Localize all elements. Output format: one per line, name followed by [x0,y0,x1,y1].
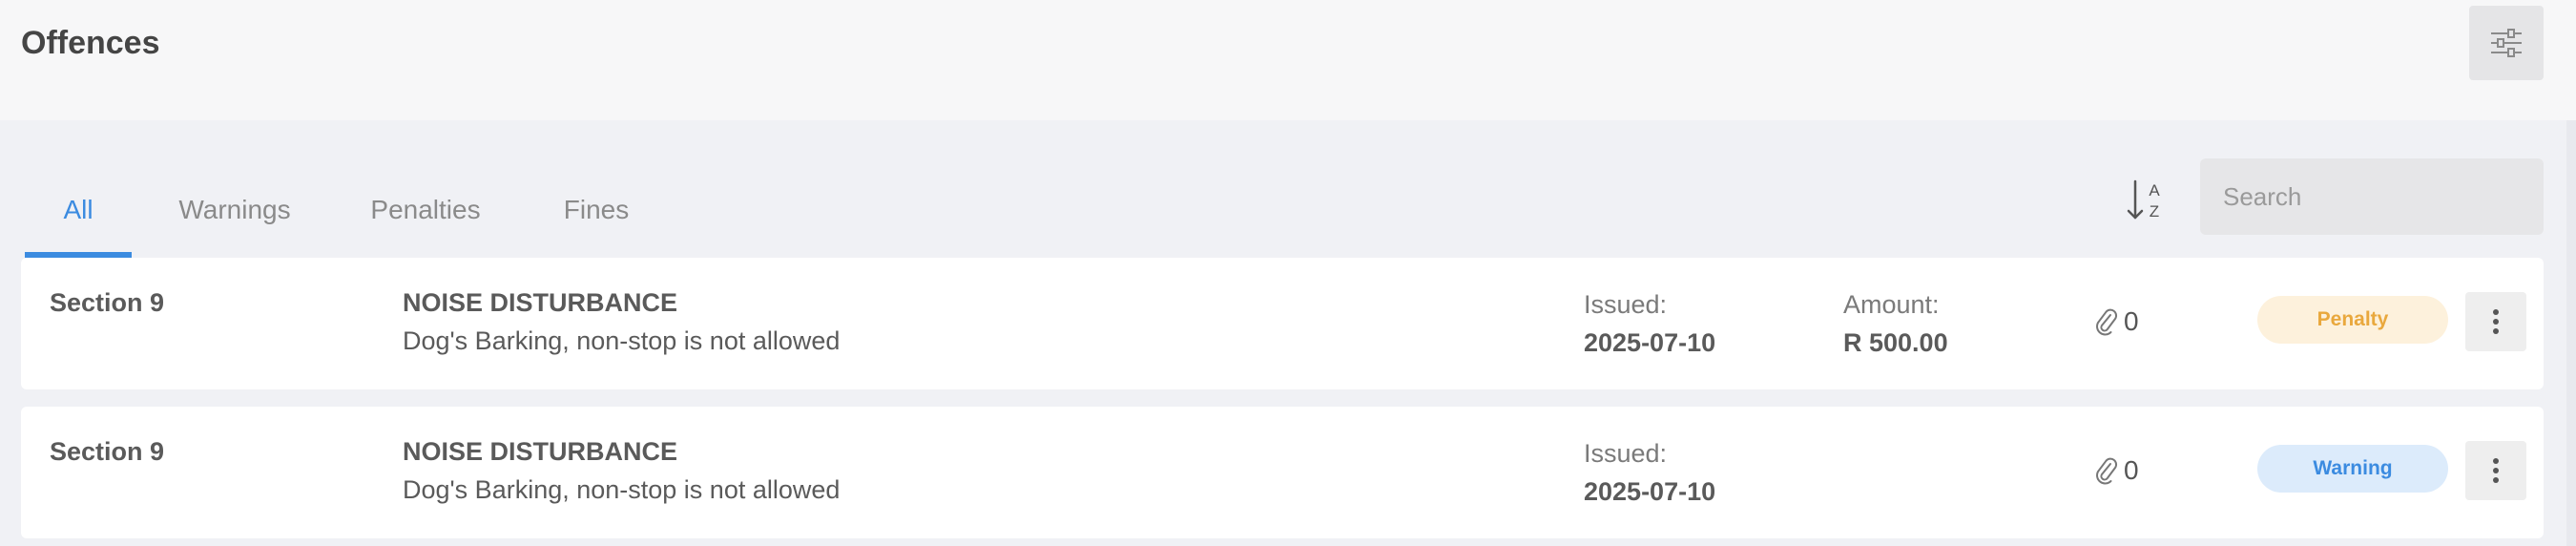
more-options-button[interactable] [2465,292,2526,351]
sliders-icon [2491,29,2522,57]
tab-fines[interactable]: Fines [544,162,649,258]
kebab-menu-icon [2493,458,2499,483]
sort-letter-top: A [2149,181,2160,200]
filter-button[interactable] [2469,6,2544,80]
amount-value: R 500.00 [1843,328,1948,357]
page-title: Offences [21,25,160,61]
attachments-count[interactable]: 0 [2095,454,2139,487]
offence-card[interactable]: Section 9 NOISE DISTURBANCE Dog's Barkin… [21,407,2544,538]
page-header: Offences [0,0,2576,120]
more-options-button[interactable] [2465,441,2526,500]
offence-description: Dog's Barking, non-stop is not allowed [403,326,841,355]
offence-description: Dog's Barking, non-stop is not allowed [403,475,841,504]
tab-warnings[interactable]: Warnings [168,162,301,258]
search-input[interactable] [2200,158,2544,235]
attachments-number: 0 [2124,306,2139,336]
kebab-menu-icon [2493,309,2499,334]
sort-button[interactable]: A Z [2124,176,2170,225]
attachments-number: 0 [2124,455,2139,485]
issued-date: 2025-07-10 [1584,477,1716,506]
status-badge: Warning [2257,445,2448,493]
scrollbar-track[interactable] [2566,120,2576,546]
offence-title: NOISE DISTURBANCE [403,288,678,317]
offence-section: Section 9 [50,437,165,466]
paperclip-icon [2096,457,2118,485]
tab-penalties[interactable]: Penalties [359,162,492,258]
attachments-count[interactable]: 0 [2095,305,2139,338]
status-badge: Penalty [2257,296,2448,344]
offence-section: Section 9 [50,288,165,317]
issued-label: Issued: [1584,439,1668,468]
issued-label: Issued: [1584,290,1668,319]
sort-alpha-icon: A Z [2127,179,2160,220]
offence-card[interactable]: Section 9 NOISE DISTURBANCE Dog's Barkin… [21,258,2544,389]
offence-title: NOISE DISTURBANCE [403,437,678,466]
paperclip-icon [2096,308,2118,336]
sort-letter-bottom: Z [2150,202,2159,220]
tab-all[interactable]: All [25,162,132,258]
amount-label: Amount: [1843,290,1940,319]
issued-date: 2025-07-10 [1584,328,1716,357]
